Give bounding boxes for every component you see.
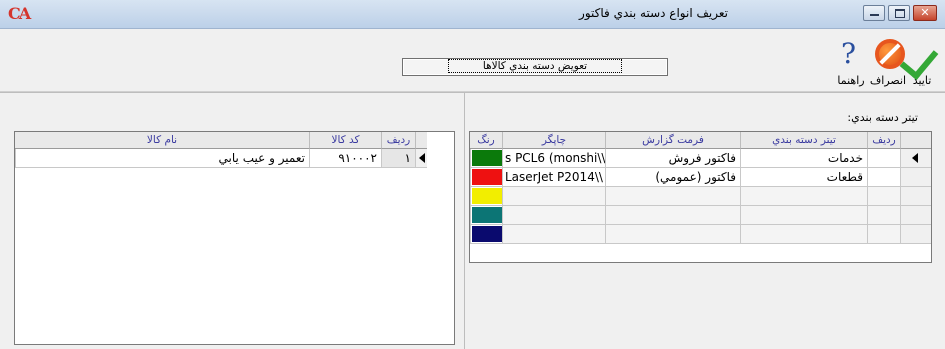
row-number-cell xyxy=(867,206,900,225)
row-number-header[interactable]: رديف xyxy=(381,132,415,149)
color-header[interactable]: رنگ xyxy=(470,132,502,149)
color-swatch xyxy=(472,169,502,185)
color-cell[interactable] xyxy=(470,168,502,187)
cancel-label: انصراف xyxy=(869,74,907,87)
item-name-cell[interactable]: تعمير و عيب يابي xyxy=(15,149,309,168)
help-label: راهنما xyxy=(837,74,865,87)
printer-cell[interactable] xyxy=(502,187,605,206)
item-code-cell[interactable]: ٩١٠٠٠٢ xyxy=(309,149,381,168)
row-number-cell xyxy=(867,187,900,206)
indicator-header xyxy=(415,132,427,149)
printer-cell[interactable]: LaserJet P2014\\ xyxy=(502,168,605,187)
color-cell[interactable] xyxy=(470,187,502,206)
category-title-cell[interactable] xyxy=(740,187,867,206)
item-name-header[interactable]: نام كالا xyxy=(15,132,309,149)
report-format-cell[interactable] xyxy=(605,225,740,244)
items-grid[interactable]: نام كالا كد كالا رديف تعمير و عيب يابي ٩… xyxy=(14,131,455,345)
title-bar: CA تعريف انواع دسته بندي فاكتور ✕ xyxy=(0,0,945,29)
row-number-header[interactable]: رديف xyxy=(867,132,900,149)
report-format-cell[interactable] xyxy=(605,206,740,225)
categories-grid[interactable]: رنگ چاپگر فرمت گزارش تيتر دسته بندي رديف… xyxy=(469,131,932,263)
change-categories-label: تعويض دسته بندي كالاها xyxy=(447,59,623,73)
close-button[interactable]: ✕ xyxy=(913,5,937,21)
no-entry-icon xyxy=(875,39,905,69)
report-format-cell[interactable] xyxy=(605,187,740,206)
color-cell[interactable] xyxy=(470,149,502,168)
help-button[interactable]: ? راهنما xyxy=(830,31,872,89)
app-logo-icon: CA xyxy=(8,4,31,23)
row-number-cell: ١ xyxy=(381,149,415,168)
category-title-label: تيتر دسته بندي: xyxy=(847,111,918,124)
printer-cell[interactable] xyxy=(502,206,605,225)
category-title-cell[interactable]: خدمات xyxy=(740,149,867,168)
row-number-cell xyxy=(867,168,900,187)
grid-blank-area xyxy=(470,244,931,262)
minimize-button[interactable] xyxy=(863,5,885,21)
category-title-cell[interactable] xyxy=(740,206,867,225)
row-indicator[interactable] xyxy=(900,168,931,187)
printer-header[interactable]: چاپگر xyxy=(502,132,605,149)
row-number-cell xyxy=(867,225,900,244)
category-title-header[interactable]: تيتر دسته بندي xyxy=(740,132,867,149)
report-format-cell[interactable]: فاكتور فروش xyxy=(605,149,740,168)
row-indicator[interactable] xyxy=(900,187,931,206)
item-code-header[interactable]: كد كالا xyxy=(309,132,381,149)
row-indicator[interactable] xyxy=(900,149,931,168)
color-cell[interactable] xyxy=(470,206,502,225)
report-format-header[interactable]: فرمت گزارش xyxy=(605,132,740,149)
color-cell[interactable] xyxy=(470,225,502,244)
change-categories-button[interactable]: تعويض دسته بندي كالاها xyxy=(402,58,668,76)
color-swatch xyxy=(472,188,502,204)
indicator-header xyxy=(900,132,931,149)
printer-cell[interactable]: s PCL6 (monshi\\ xyxy=(502,149,605,168)
window-title: تعريف انواع دسته بندي فاكتور xyxy=(579,6,728,20)
cancel-button[interactable]: انصراف xyxy=(867,31,909,89)
report-format-cell[interactable]: فاكتور (عمومي) xyxy=(605,168,740,187)
row-indicator[interactable] xyxy=(415,149,427,168)
row-indicator[interactable] xyxy=(900,225,931,244)
color-swatch xyxy=(472,226,502,242)
current-row-arrow-icon xyxy=(419,153,425,163)
maximize-button[interactable] xyxy=(888,5,910,21)
question-mark-icon: ? xyxy=(841,37,857,70)
category-title-cell[interactable]: قطعات xyxy=(740,168,867,187)
row-indicator[interactable] xyxy=(900,206,931,225)
color-swatch xyxy=(472,150,502,166)
printer-cell[interactable] xyxy=(502,225,605,244)
current-row-arrow-icon xyxy=(912,153,918,163)
category-title-cell[interactable] xyxy=(740,225,867,244)
row-number-cell xyxy=(867,149,900,168)
color-swatch xyxy=(472,207,502,223)
